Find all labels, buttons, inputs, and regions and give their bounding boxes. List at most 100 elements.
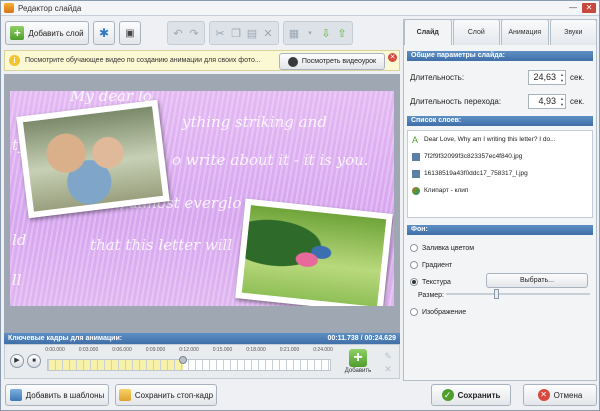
bottom-bar: Добавить в шаблоны Сохранить стоп-кадр ✓… xyxy=(3,384,599,408)
radio[interactable] xyxy=(410,261,418,269)
layers-list: A Dear Love, Why am I writing this letter… xyxy=(407,130,593,218)
hint-text: Посмотрите обучающее видео по созданию а… xyxy=(25,57,261,64)
radio[interactable] xyxy=(410,308,418,316)
duration-input[interactable]: 24,63 ▲ ▼ xyxy=(528,69,566,85)
play-button[interactable]: ▶ xyxy=(10,354,24,368)
list-item[interactable]: A Dear Love, Why am I writing this letter… xyxy=(408,131,592,148)
undo-icon[interactable]: ↶ xyxy=(171,26,185,40)
camera-button[interactable]: ▣ xyxy=(119,21,141,45)
tutorial-hint-bar: i Посмотрите обучающее видео по созданию… xyxy=(4,50,400,71)
radio[interactable] xyxy=(410,244,418,252)
effects-button[interactable]: ✱ xyxy=(93,21,115,45)
save-frame-button[interactable]: Сохранить стоп-кадр xyxy=(115,384,217,406)
slide-editor-window: Редактор слайда — ✕ + Добавить слой ✱ ▣ … xyxy=(0,0,600,411)
bg-option-gradient[interactable]: Градиент xyxy=(410,258,592,272)
letter-line: that this letter will xyxy=(90,236,233,254)
choose-texture-button[interactable]: Выбрать... xyxy=(486,273,588,288)
undo-redo-group: ↶ ↷ xyxy=(167,21,205,45)
transition-row: Длительность перехода: 4,93 ▲ ▼ сек. xyxy=(410,93,592,109)
tab-layer[interactable]: Слой xyxy=(452,19,500,45)
spinner-arrows-icon[interactable]: ▲ ▼ xyxy=(560,96,564,108)
photo-couple-park[interactable] xyxy=(235,198,393,306)
transition-input[interactable]: 4,93 ▲ ▼ xyxy=(528,93,566,109)
close-hint-icon[interactable]: ✕ xyxy=(388,53,397,62)
letter-line: ld xyxy=(12,231,27,249)
letter-line: o write about it - it is you. xyxy=(172,151,369,169)
keyframes-time: 00:11.738 / 00:24.629 xyxy=(327,335,396,342)
size-label: Размер: xyxy=(418,291,445,299)
text-layer-icon: A xyxy=(412,134,419,145)
list-item[interactable]: 16138519a43f0ddc17_758317_l.jpg xyxy=(408,165,592,182)
delete-icon[interactable]: ✕ xyxy=(261,26,275,40)
tab-animation[interactable]: Анимация xyxy=(501,19,549,45)
timeline-tick-label: 0:15.000 xyxy=(212,347,233,353)
timeline-tick-label: 0:18.000 xyxy=(246,347,266,353)
camera-icon: ▣ xyxy=(125,27,135,39)
transition-unit: сек. xyxy=(570,96,585,106)
duration-row: Длительность: 24,63 ▲ ▼ сек. xyxy=(410,69,592,85)
align-icon[interactable]: ▦ xyxy=(287,26,301,40)
add-keyframe-label: Добавить xyxy=(344,368,372,374)
image-layer-icon xyxy=(412,169,420,178)
duration-label: Длительность: xyxy=(410,72,465,82)
toolbar: + Добавить слой ✱ ▣ ↶ ↷ ✂ ❐ ▤ ✕ ▦ ▾ ⇩ ⇧ xyxy=(3,19,399,47)
size-slider[interactable] xyxy=(446,289,590,299)
timeline-track[interactable] xyxy=(47,359,331,371)
delete-keyframe-icon[interactable]: ✕ xyxy=(381,363,395,376)
letter-line: ything striking and xyxy=(182,113,327,131)
minimize-icon[interactable]: — xyxy=(567,3,579,13)
photo-couple-hearts[interactable] xyxy=(16,99,170,219)
tab-sounds[interactable]: Звуки xyxy=(549,19,597,45)
video-icon xyxy=(287,56,298,67)
panel-tabs: Слайд Слой Анимация Звуки xyxy=(404,19,598,46)
timeline-tick-label: 0:24.000 xyxy=(313,347,333,353)
edit-group: ✂ ❐ ▤ ✕ xyxy=(209,21,279,45)
save-button[interactable]: ✓ Сохранить xyxy=(431,384,511,406)
close-icon[interactable]: ✕ xyxy=(582,3,596,13)
bg-option-fill[interactable]: Заливка цветом xyxy=(410,241,592,255)
bg-option-texture[interactable]: Текстура Выбрать... xyxy=(410,273,592,289)
redo-icon[interactable]: ↷ xyxy=(187,26,201,40)
cancel-button[interactable]: ✕ Отмена xyxy=(523,384,597,406)
info-icon: i xyxy=(9,55,20,66)
move-down-icon[interactable]: ⇩ xyxy=(319,26,333,40)
plus-icon: + xyxy=(349,349,367,367)
stop-button[interactable]: ■ xyxy=(27,354,41,368)
move-up-icon[interactable]: ⇧ xyxy=(335,26,349,40)
app-icon xyxy=(4,3,14,13)
edit-keyframe-icon[interactable]: ✎ xyxy=(381,350,395,363)
image-layer-icon xyxy=(412,152,420,161)
photo-image xyxy=(23,106,163,212)
background-header: Фон: xyxy=(407,225,593,235)
slide-params-header: Общие параметры слайда: xyxy=(407,51,593,61)
keyframe-timeline: ▶ ■ 0:00.000 0:03.000 0:06.000 0:09.000 0:12… xyxy=(4,344,400,379)
chevron-down-icon[interactable]: ▾ xyxy=(303,26,317,40)
list-item[interactable]: 7f2f9f32099f3c823357ec4f840.jpg xyxy=(408,148,592,165)
properties-panel: Слайд Слой Анимация Звуки Общие параметр… xyxy=(403,19,597,381)
paste-icon[interactable]: ▤ xyxy=(245,26,259,40)
bg-option-image[interactable]: Изображение xyxy=(410,305,592,319)
add-to-templates-button[interactable]: Добавить в шаблоны xyxy=(5,384,109,406)
clipart-icon xyxy=(412,186,420,195)
plus-icon: + xyxy=(10,26,25,40)
watch-video-label: Посмотреть видеоурок xyxy=(301,58,377,65)
spinner-arrows-icon[interactable]: ▲ ▼ xyxy=(560,72,564,84)
add-keyframe-button[interactable]: + Добавить xyxy=(342,349,374,374)
timeline-tick-label: 0:09.000 xyxy=(145,347,166,353)
check-icon: ✓ xyxy=(441,389,454,401)
list-item[interactable]: Клипарт - клип xyxy=(408,182,592,199)
window-title: Редактор слайда xyxy=(18,3,82,13)
title-bar: Редактор слайда — ✕ xyxy=(1,1,599,16)
add-layer-button[interactable]: + Добавить слой xyxy=(5,21,89,45)
cut-icon[interactable]: ✂ xyxy=(213,26,227,40)
watch-video-button[interactable]: Посмотреть видеоурок xyxy=(279,53,385,70)
tab-slide[interactable]: Слайд xyxy=(404,19,452,45)
radio[interactable] xyxy=(410,278,418,286)
transition-label: Длительность перехода: xyxy=(410,96,502,106)
slide-canvas[interactable]: My dear lo ything striking and o write a… xyxy=(10,91,394,306)
size-slider-handle[interactable] xyxy=(493,289,499,299)
letter-line: ll xyxy=(12,271,22,289)
copy-icon[interactable]: ❐ xyxy=(229,26,243,40)
save-frame-label: Сохранить стоп-кадр xyxy=(134,390,214,400)
timeline-ruler[interactable]: 0:00.000 0:03.000 0:06.000 0:09.000 0:12.000… xyxy=(45,347,333,377)
